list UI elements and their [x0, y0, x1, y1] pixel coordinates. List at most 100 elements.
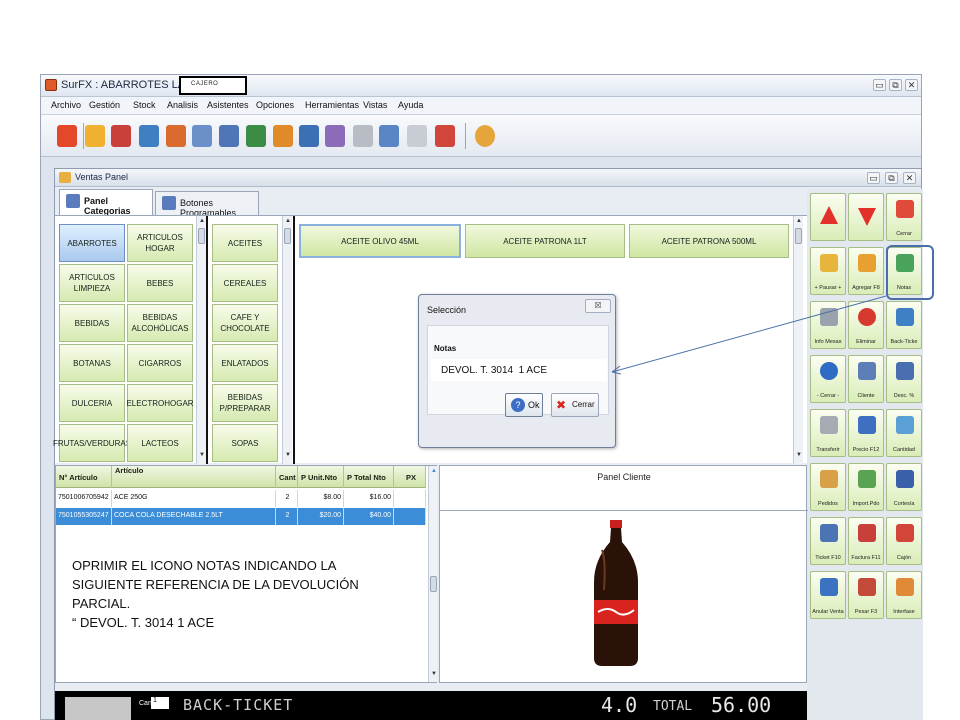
tools-icon[interactable]: [407, 125, 427, 147]
scroll-down-button[interactable]: [848, 193, 884, 241]
new-document-icon[interactable]: [85, 125, 105, 147]
spreadsheet-icon[interactable]: [379, 125, 399, 147]
ticket-button[interactable]: Ticket F10: [810, 517, 846, 565]
import-pedido-button[interactable]: Import.Pdo: [848, 463, 884, 511]
scroll-down-icon[interactable]: ▼: [794, 452, 804, 458]
pedidos-button[interactable]: Pedidos: [810, 463, 846, 511]
menu-asistentes[interactable]: Asistentes: [207, 100, 249, 110]
category-button[interactable]: BEBIDAS ALCOHÓLICAS: [127, 304, 193, 342]
scroll-up-icon[interactable]: ▲: [429, 468, 439, 474]
subcategory-button[interactable]: ENLATADOS: [212, 344, 278, 382]
category-button[interactable]: ELECTROHOGAR: [126, 384, 194, 422]
category-button[interactable]: BEBES: [127, 264, 193, 302]
register-icon[interactable]: [192, 125, 212, 147]
subcategory-button[interactable]: CAFE Y CHOCOLATE: [212, 304, 278, 342]
ventas-minimize-button[interactable]: ▭: [867, 172, 880, 184]
column-header[interactable]: P Unit.Nto: [298, 466, 344, 488]
transfer-arrows-icon[interactable]: [246, 125, 266, 147]
cajon-button[interactable]: Cajón: [886, 517, 922, 565]
ventas-restore-button[interactable]: ⧉: [885, 172, 898, 184]
refresh-icon[interactable]: [353, 125, 373, 147]
product-button[interactable]: ACEITE OLIVO 45ML: [299, 224, 461, 258]
scroll-down-icon[interactable]: ▼: [283, 452, 293, 458]
eliminar-button[interactable]: Eliminar: [848, 301, 884, 349]
cerrar-button[interactable]: Cerrar: [886, 193, 922, 241]
close-window-button[interactable]: ✕: [905, 79, 918, 91]
scroll-up-icon[interactable]: ▲: [283, 218, 293, 224]
ok-button[interactable]: ? Ok: [505, 393, 543, 417]
subcategory-button[interactable]: ACEITES: [212, 224, 278, 262]
pausar-button[interactable]: + Pausar +: [810, 247, 846, 295]
precio-button[interactable]: Precio F12: [848, 409, 884, 457]
menu-vistas[interactable]: Vistas: [363, 100, 387, 110]
menu-opciones[interactable]: Opciones: [256, 100, 294, 110]
scroll-up-icon[interactable]: ▲: [794, 218, 804, 224]
cantidad-button[interactable]: Cantidad: [886, 409, 922, 457]
product-button[interactable]: ACEITE PATRONA 500ML: [629, 224, 789, 258]
category-button[interactable]: FRUTAS/VERDURAS: [53, 424, 131, 462]
factura-button[interactable]: Factura F11: [848, 517, 884, 565]
books-icon[interactable]: [111, 125, 131, 147]
category-button[interactable]: ABARROTES: [59, 224, 125, 262]
transferir-button[interactable]: Transferir: [810, 409, 846, 457]
scroll-down-icon[interactable]: ▼: [429, 671, 439, 677]
cards-icon[interactable]: [435, 125, 455, 147]
scroll-thumb[interactable]: [430, 576, 437, 592]
category-button[interactable]: LACTEOS: [127, 424, 193, 462]
info-mesas-button[interactable]: Info Mesas: [810, 301, 846, 349]
scroll-up-button[interactable]: [810, 193, 846, 241]
category-button[interactable]: ARTICULOS HOGAR: [127, 224, 193, 262]
table-row[interactable]: 7501006705942 ACE 250G 2 $8.00 $16.00: [56, 490, 426, 507]
menu-herramientas[interactable]: Herramientas: [305, 100, 359, 110]
scroll-thumb[interactable]: [284, 228, 291, 244]
descuento-button[interactable]: Desc. %: [886, 355, 922, 403]
column-header[interactable]: Artículo: [112, 466, 276, 488]
column-header[interactable]: N° Artículo: [56, 466, 112, 488]
table-row[interactable]: 7501055305247 COCA COLA DESECHABLE 2.5LT…: [56, 508, 426, 525]
category-button[interactable]: ARTICULOS LIMPIEZA: [59, 264, 125, 302]
category-button[interactable]: DULCERIA: [59, 384, 125, 422]
interfase-button[interactable]: Interfase: [886, 571, 922, 619]
product-button[interactable]: ACEITE PATRONA 1LT: [465, 224, 625, 258]
ventas-close-button[interactable]: ✕: [903, 172, 916, 184]
cliente-button[interactable]: Cliente: [848, 355, 884, 403]
column-header[interactable]: PX: [394, 466, 426, 488]
grid-scrollbar[interactable]: ▲ ▼: [428, 466, 437, 682]
agregar-button[interactable]: Agregar F8: [848, 247, 884, 295]
menu-gestion[interactable]: Gestión: [89, 100, 120, 110]
scroll-thumb[interactable]: [795, 228, 802, 244]
minimize-button[interactable]: ▭: [873, 79, 886, 91]
pesar-button[interactable]: Pesar F3: [848, 571, 884, 619]
menu-archivo[interactable]: Archivo: [51, 100, 81, 110]
scroll-thumb[interactable]: [198, 228, 205, 244]
boxes-icon[interactable]: [166, 125, 186, 147]
category-button[interactable]: BOTANAS: [59, 344, 125, 382]
category-button[interactable]: BEBIDAS: [59, 304, 125, 342]
users-icon[interactable]: [139, 125, 159, 147]
category-button[interactable]: CIGARROS: [127, 344, 193, 382]
alarm-clock-icon[interactable]: [475, 125, 495, 147]
anular-venta-button[interactable]: Anular Venta: [810, 571, 846, 619]
subcategory-button[interactable]: BEBIDAS P/PREPARAR: [212, 384, 278, 422]
tag-icon[interactable]: [325, 125, 345, 147]
subcategory-scrollbar[interactable]: ▲ ▼: [282, 216, 292, 464]
calculator-icon[interactable]: [219, 125, 239, 147]
cant-input[interactable]: 1: [151, 697, 169, 709]
product-scrollbar[interactable]: ▲ ▼: [793, 216, 803, 464]
menu-analisis[interactable]: Analisis: [167, 100, 198, 110]
subcategory-button[interactable]: CEREALES: [212, 264, 278, 302]
menu-ayuda[interactable]: Ayuda: [398, 100, 423, 110]
back-ticket-button[interactable]: Back-Ticke: [886, 301, 922, 349]
restore-button[interactable]: ⧉: [889, 79, 902, 91]
clock-icon[interactable]: [273, 125, 293, 147]
menu-stock[interactable]: Stock: [133, 100, 156, 110]
cerrar-venta-button[interactable]: - Cerrar -: [810, 355, 846, 403]
cerrar-dialog-button[interactable]: ✖ Cerrar: [551, 393, 599, 417]
dialog-close-button[interactable]: ☒: [585, 299, 611, 313]
cortesia-button[interactable]: Cortesía: [886, 463, 922, 511]
category-scrollbar[interactable]: ▲ ▼: [196, 216, 206, 464]
clipboard-icon[interactable]: [299, 125, 319, 147]
tab-panel-categorias[interactable]: Panel Categorias: [59, 189, 153, 216]
notas-input[interactable]: [431, 359, 607, 381]
column-header[interactable]: Cant: [276, 466, 298, 488]
